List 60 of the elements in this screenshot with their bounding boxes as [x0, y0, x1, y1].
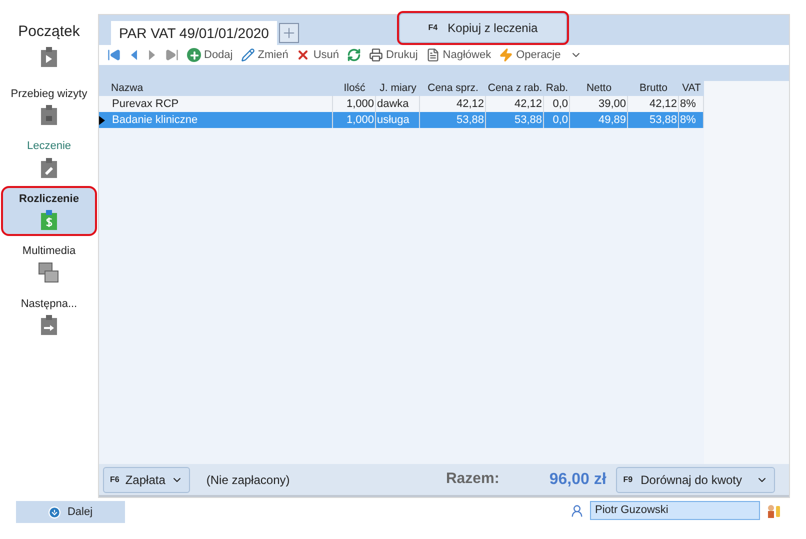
column-header[interactable]: VAT: [679, 81, 704, 96]
column-header[interactable]: Nazwa: [111, 81, 333, 96]
table-cell: Badanie kliniczne: [111, 112, 333, 128]
table-cell: usługa: [376, 112, 420, 128]
first-record-icon[interactable]: [107, 48, 121, 62]
total-value: 96,00 zł: [549, 470, 606, 490]
header-button[interactable]: Nagłówek: [426, 46, 492, 64]
table-cell: 53,88: [420, 112, 486, 128]
document-icon: [426, 48, 440, 62]
previous-icon[interactable]: [129, 49, 139, 61]
print-button[interactable]: Drukuj: [369, 46, 418, 64]
user-icon: [570, 504, 584, 518]
table-cell: 0,0: [544, 112, 570, 128]
sidebar-item[interactable]: Następna...: [3, 292, 95, 339]
column-header[interactable]: Cena z rab.: [486, 81, 544, 96]
sidebar-item[interactable]: Leczenie: [3, 135, 95, 182]
payment-button[interactable]: F6 Zapłata: [103, 466, 190, 492]
column-header[interactable]: Netto: [570, 81, 628, 96]
last-record-icon[interactable]: [165, 48, 179, 62]
delete-icon: [296, 48, 310, 62]
table-cell: 53,88: [486, 112, 544, 128]
total-label: Razem:: [446, 469, 500, 490]
users-icon[interactable]: [766, 502, 782, 518]
column-header[interactable]: Rab.: [544, 81, 570, 96]
clipboard-icon: [38, 104, 60, 126]
adjust-button[interactable]: F9 Dorównaj do kwoty: [616, 466, 775, 492]
sidebar-item[interactable]: Rozliczenie: [3, 188, 95, 234]
sidebar-item[interactable]: Przebieg wizyty: [3, 82, 95, 129]
add-tab-button[interactable]: [278, 23, 299, 43]
clipboard-play-icon: [38, 46, 60, 68]
delete-button[interactable]: Usuń: [296, 46, 339, 64]
printer-icon: [369, 48, 383, 62]
clipboard-arrow-icon: [38, 314, 60, 336]
row-pointer-icon: [99, 116, 105, 124]
next-icon[interactable]: [147, 49, 157, 61]
column-header[interactable]: Cena sprz.: [420, 81, 486, 96]
column-header[interactable]: J. miary: [376, 81, 420, 96]
table-cell: 53,88: [628, 112, 679, 128]
refresh-icon[interactable]: [347, 48, 361, 62]
next-step-button[interactable]: Dalej: [16, 501, 125, 523]
payment-status: (Nie zapłacony): [206, 472, 290, 488]
table-cell: 1,000: [333, 112, 376, 128]
edit-icon: [240, 48, 255, 62]
add-button[interactable]: Dodaj: [187, 46, 233, 64]
user-field[interactable]: Piotr Guzowski: [590, 501, 760, 520]
sidebar-item[interactable]: Multimedia: [3, 240, 95, 286]
document-tab[interactable]: PAR VAT 49/01/01/2020: [111, 21, 277, 45]
lightning-icon: [499, 48, 514, 62]
clipboard-dollar-icon: [38, 209, 60, 231]
operations-button[interactable]: Operacje: [499, 46, 582, 64]
column-header[interactable]: Ilość: [333, 81, 376, 96]
sidebar-item[interactable]: Początek: [3, 18, 95, 70]
copy-button[interactable]: F4 Kopiuj z leczenia: [399, 13, 567, 43]
add-icon: [187, 48, 201, 62]
table-cell: 49,89: [570, 112, 628, 128]
table-row[interactable]: Purevax RCP 1,000 dawka 42,12 42,12 0,0 39,00 42,12 8%: [99, 96, 704, 112]
column-header[interactable]: Brutto: [628, 81, 679, 96]
edit-button[interactable]: Zmień: [240, 46, 288, 64]
clipboard-bandage-icon: [38, 156, 60, 178]
images-icon: [38, 262, 60, 284]
